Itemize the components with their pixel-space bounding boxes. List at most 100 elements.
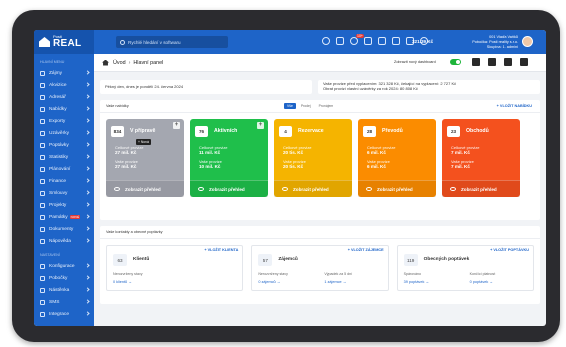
- provision-box: Vaše provize před vyplacením: 321 328 Kč…: [318, 80, 540, 94]
- sidebar-item-uzaverky[interactable]: Uzávěrky: [34, 127, 94, 139]
- gear-icon[interactable]: [520, 58, 528, 66]
- offer-card-title: Aktivních: [214, 128, 238, 134]
- add-icon[interactable]: +: [173, 122, 180, 129]
- total-commission-value: 11 mil. Kč: [199, 150, 221, 155]
- offer-card-v-priprave[interactable]: 834 V přípravě + + Nová Celkové provize 27 mi…: [106, 119, 184, 197]
- offer-card-obchodu[interactable]: 23 Obchodů Celkové provize 7 mil. Kč Vaše pr…: [442, 119, 520, 197]
- breadcrumb-home[interactable]: Úvod: [113, 60, 126, 66]
- sidebar-item-nastenka[interactable]: Nástěnka: [34, 284, 94, 296]
- sidebar-item-label: Projekty: [49, 202, 67, 208]
- sidebar-item-label: Dokumenty: [49, 226, 74, 232]
- offer-count: 76: [195, 126, 208, 137]
- contact-box-obecnych-poptavek: 119 Obecných poptávek + VLOŽIT POPTÁVKU Spá…: [396, 245, 534, 291]
- sidebar-item-nabidky[interactable]: Nabídky: [34, 103, 94, 115]
- sidebar-item-label: SMS: [49, 299, 60, 305]
- greeting-box: Pěkný den, dnes je pondělí 24. června 20…: [100, 80, 312, 94]
- stat-link[interactable]: 0 poptávek →: [470, 280, 493, 284]
- user-group: Skupina: 1. admini: [486, 45, 518, 49]
- show-overview-button[interactable]: Zobrazit přehled: [190, 180, 268, 197]
- sidebar: HLAVNÍ MENU Zájmy Akvizice Adresář Nabídky E…: [34, 54, 94, 326]
- offer-card-rezervace[interactable]: 4 Rezervace Celkové provize 20 tis. Kč Vaše …: [274, 119, 352, 197]
- search-icon: [120, 39, 125, 45]
- share-icon[interactable]: [322, 37, 330, 45]
- sidebar-item-adresar[interactable]: Adresář: [34, 91, 94, 103]
- stat-link[interactable]: 39 poptávek →: [404, 280, 430, 284]
- offer-count: 834: [111, 126, 124, 137]
- add-contact-button[interactable]: + VLOŽIT KLIENTA: [204, 248, 238, 252]
- stat-link[interactable]: 0 klientů →: [113, 280, 132, 284]
- home-icon[interactable]: [102, 59, 109, 66]
- sidebar-item-label: Exporty: [49, 118, 66, 124]
- sidebar-item-poptavky[interactable]: Poptávky: [34, 139, 94, 151]
- sidebar-item-zajmy[interactable]: Zájmy: [34, 67, 94, 79]
- sidebar-main-list: Zájmy Akvizice Adresář Nabídky Exporty Uzávěr…: [34, 67, 94, 247]
- chat-icon[interactable]: [378, 37, 386, 45]
- contract-icon: [40, 190, 45, 196]
- tablet-frame: Posti REAL Rychlé hledání v softwaru 10+…: [12, 10, 560, 342]
- contacts-panel-header: Vaše kontakty a obecné poptávky: [100, 226, 540, 239]
- sidebar-item-pamatky[interactable]: Památky NOVÉ: [34, 211, 94, 223]
- bell-icon[interactable]: 10+: [350, 34, 364, 45]
- avatar[interactable]: [522, 36, 533, 47]
- sidebar-item-dokumenty[interactable]: Dokumenty: [34, 223, 94, 235]
- add-contact-button[interactable]: + VLOŽIT POPTÁVKU: [490, 248, 529, 252]
- sidebar-item-label: Plánování: [49, 166, 71, 172]
- help-icon[interactable]: [488, 58, 496, 66]
- contact-box-title[interactable]: Zájemců: [278, 257, 297, 262]
- branch-icon: [40, 275, 45, 281]
- main-content: Úvod › Hlavní panel Zobrazit nový dashbo…: [94, 54, 546, 326]
- show-overview-button[interactable]: Zobrazit přehled: [106, 180, 184, 197]
- sidebar-item-statistiky[interactable]: Statistiky: [34, 151, 94, 163]
- sidebar-item-napoveda[interactable]: Nápověda: [34, 235, 94, 247]
- dashboard-toggle[interactable]: [450, 59, 461, 65]
- search-input[interactable]: Rychlé hledání v softwaru: [116, 36, 228, 48]
- chevron-right-icon: [85, 263, 90, 268]
- chevron-right-icon: [85, 94, 90, 99]
- export-icon: [40, 118, 45, 124]
- mail-icon[interactable]: [472, 58, 480, 66]
- sidebar-item-pobocky[interactable]: Pobočky: [34, 272, 94, 284]
- show-overview-button[interactable]: Zobrazit přehled: [274, 180, 352, 197]
- offer-count: 4: [279, 126, 292, 137]
- contact-box-title[interactable]: Klientů: [133, 257, 149, 262]
- sidebar-item-exporty[interactable]: Exporty: [34, 115, 94, 127]
- chevron-right-icon: [85, 154, 90, 159]
- add-icon[interactable]: +: [257, 122, 264, 129]
- tab-pronajem[interactable]: Pronájem: [316, 103, 337, 109]
- monument-icon: [40, 214, 45, 220]
- integration-icon: [40, 311, 45, 317]
- sidebar-item-smlouvy[interactable]: Smlouvy: [34, 187, 94, 199]
- sidebar-item-projekty[interactable]: Projekty: [34, 199, 94, 211]
- add-contact-button[interactable]: + VLOŽIT ZÁJEMCE: [348, 248, 384, 252]
- demand-icon: [40, 142, 45, 148]
- eye-icon: [366, 187, 372, 191]
- stat-link[interactable]: 1 zájemce →: [324, 280, 346, 284]
- show-overview-button[interactable]: Zobrazit přehled: [358, 180, 436, 197]
- sidebar-item-finance[interactable]: Finance: [34, 175, 94, 187]
- contact-count: 63: [113, 254, 127, 266]
- app-logo[interactable]: Posti REAL: [34, 30, 94, 54]
- sidebar-item-planovani[interactable]: Plánování: [34, 163, 94, 175]
- sidebar-item-akvizice[interactable]: Akvizice: [34, 79, 94, 91]
- sidebar-item-konfigurace[interactable]: Konfigurace: [34, 260, 94, 272]
- chevron-right-icon: [85, 226, 90, 231]
- offers-panel: Vaše nabídky Vše Prodej Pronájem + VLOŽIT …: [100, 100, 540, 220]
- offer-card-aktivnich[interactable]: 76 Aktivních + Celkové provize 11 mil. Kč Vaš…: [190, 119, 268, 197]
- eye-icon: [282, 187, 288, 191]
- show-overview-label: Zobrazit přehled: [209, 186, 245, 192]
- filter-icon[interactable]: [504, 58, 512, 66]
- offer-card-prevodu[interactable]: 28 Převodů Celkové provize 6 mil. Kč Vaše pr…: [358, 119, 436, 197]
- tab-vse[interactable]: Vše: [284, 103, 296, 109]
- sidebar-item-integrace[interactable]: Integrace: [34, 308, 94, 320]
- tab-prodej[interactable]: Prodej: [298, 103, 314, 109]
- calendar-icon[interactable]: [364, 37, 372, 45]
- show-overview-button[interactable]: Zobrazit přehled: [442, 180, 520, 197]
- sidebar-item-sms[interactable]: SMS: [34, 296, 94, 308]
- stat-link[interactable]: 0 zájemců →: [258, 280, 280, 284]
- contact-box-title[interactable]: Obecných poptávek: [424, 257, 470, 262]
- add-offer-button[interactable]: + VLOŽIT NABÍDKU: [497, 104, 532, 108]
- users-icon[interactable]: [336, 37, 344, 45]
- calendar-icon: [40, 166, 45, 172]
- edit-icon[interactable]: [392, 37, 400, 45]
- user-info[interactable]: 001 Vlaďa Vaňků Pobočka: Posti reality s…: [458, 35, 518, 50]
